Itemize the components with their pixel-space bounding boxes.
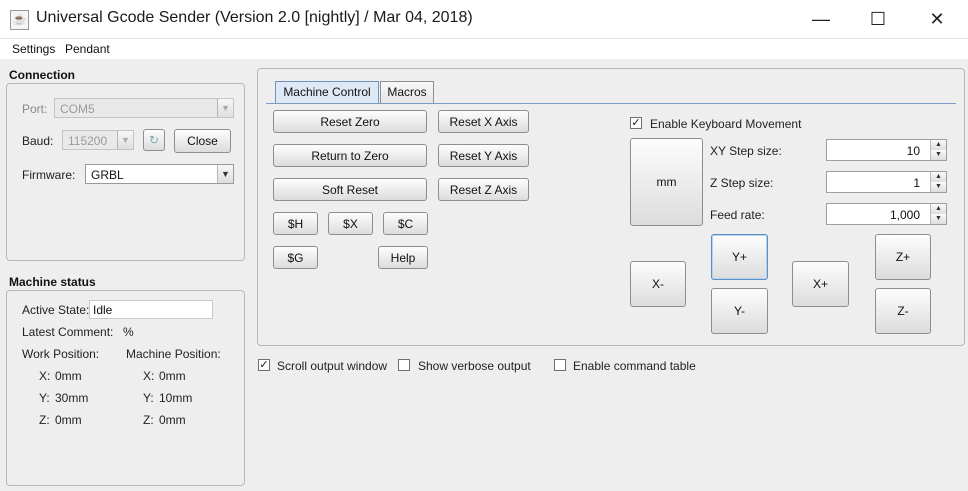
window-title: Universal Gcode Sender (Version 2.0 [nig… bbox=[36, 9, 473, 26]
active-state-value: Idle bbox=[93, 303, 113, 317]
units-toggle-button[interactable]: mm bbox=[630, 138, 703, 226]
spin-down-icon[interactable]: ▼ bbox=[930, 150, 946, 160]
command-table-label: Enable command table bbox=[573, 359, 696, 373]
maximize-button[interactable]: ☐ bbox=[855, 0, 901, 38]
machine-z-label: Z: bbox=[143, 413, 154, 427]
xy-step-spinner[interactable]: 10 ▲ ▼ bbox=[826, 139, 947, 161]
chevron-down-icon: ▼ bbox=[217, 99, 233, 117]
jog-x-plus-button[interactable]: X+ bbox=[792, 261, 849, 307]
port-select[interactable]: COM5 ▼ bbox=[54, 98, 234, 118]
baud-value: 115200 bbox=[68, 134, 108, 148]
latest-comment-label: Latest Comment: bbox=[22, 325, 114, 339]
firmware-value: GRBL bbox=[91, 168, 124, 182]
tab-machine-control[interactable]: Machine Control bbox=[275, 81, 379, 103]
work-x-value: 0mm bbox=[55, 369, 82, 383]
jog-y-minus-button[interactable]: Y- bbox=[711, 288, 768, 334]
connection-title: Connection bbox=[9, 68, 75, 82]
refresh-icon: ↻ bbox=[148, 133, 160, 147]
work-z-value: 0mm bbox=[55, 413, 82, 427]
work-y-value: 30mm bbox=[55, 391, 89, 405]
work-position-label: Work Position: bbox=[22, 347, 100, 361]
chevron-down-icon: ▼ bbox=[217, 165, 233, 183]
firmware-select[interactable]: GRBL ▼ bbox=[85, 164, 234, 184]
jog-x-minus-button[interactable]: X- bbox=[630, 261, 686, 307]
baud-label: Baud: bbox=[22, 134, 54, 148]
enable-keyboard-label: Enable Keyboard Movement bbox=[650, 117, 802, 131]
minimize-button[interactable]: — bbox=[798, 0, 844, 38]
menu-settings[interactable]: Settings bbox=[12, 42, 55, 56]
gcode-state-button[interactable]: $G bbox=[273, 246, 318, 269]
menu-pendant[interactable]: Pendant bbox=[65, 42, 110, 56]
machine-y-label: Y: bbox=[143, 391, 154, 405]
machine-y-value: 10mm bbox=[159, 391, 193, 405]
latest-comment-value: % bbox=[123, 325, 134, 339]
tab-macros[interactable]: Macros bbox=[380, 81, 434, 103]
tab-divider bbox=[266, 103, 956, 104]
z-step-value: 1 bbox=[913, 176, 920, 190]
refresh-button[interactable]: ↻ bbox=[143, 129, 165, 151]
work-y-label: Y: bbox=[39, 391, 50, 405]
machine-z-value: 0mm bbox=[159, 413, 186, 427]
machine-status-panel bbox=[6, 290, 245, 486]
feed-rate-spinner[interactable]: 1,000 ▲ ▼ bbox=[826, 203, 947, 225]
spin-down-icon[interactable]: ▼ bbox=[930, 182, 946, 192]
feed-rate-value: 1,000 bbox=[889, 208, 920, 222]
java-cup-icon: ☕ bbox=[10, 10, 29, 30]
check-mode-button[interactable]: $C bbox=[383, 212, 428, 235]
chevron-down-icon: ▼ bbox=[117, 131, 133, 149]
xy-step-label: XY Step size: bbox=[710, 144, 782, 158]
port-label: Port: bbox=[22, 102, 48, 116]
reset-zero-button[interactable]: Reset Zero bbox=[273, 110, 427, 133]
jog-y-plus-button[interactable]: Y+ bbox=[711, 234, 768, 280]
verbose-output-checkbox[interactable] bbox=[398, 359, 410, 371]
machine-status-title: Machine status bbox=[9, 275, 96, 289]
jog-z-plus-button[interactable]: Z+ bbox=[875, 234, 931, 280]
reset-z-axis-button[interactable]: Reset Z Axis bbox=[438, 178, 529, 201]
work-x-label: X: bbox=[39, 369, 51, 383]
active-state-field: Idle bbox=[89, 300, 213, 319]
command-table-checkbox[interactable] bbox=[554, 359, 566, 371]
spin-down-icon[interactable]: ▼ bbox=[930, 214, 946, 224]
firmware-label: Firmware: bbox=[22, 168, 76, 182]
z-step-spinner[interactable]: 1 ▲ ▼ bbox=[826, 171, 947, 193]
reset-x-axis-button[interactable]: Reset X Axis bbox=[438, 110, 529, 133]
reset-y-axis-button[interactable]: Reset Y Axis bbox=[438, 144, 529, 167]
z-step-label: Z Step size: bbox=[710, 176, 774, 190]
home-command-button[interactable]: $H bbox=[273, 212, 318, 235]
close-connection-button[interactable]: Close bbox=[174, 129, 231, 153]
enable-keyboard-checkbox[interactable]: ✓ bbox=[630, 117, 642, 129]
return-to-zero-button[interactable]: Return to Zero bbox=[273, 144, 427, 167]
machine-x-value: 0mm bbox=[159, 369, 186, 383]
work-z-label: Z: bbox=[39, 413, 50, 427]
machine-x-label: X: bbox=[143, 369, 155, 383]
scroll-output-checkbox[interactable]: ✓ bbox=[258, 359, 270, 371]
jog-z-minus-button[interactable]: Z- bbox=[875, 288, 931, 334]
baud-select[interactable]: 115200 ▼ bbox=[62, 130, 134, 150]
feed-rate-label: Feed rate: bbox=[710, 208, 765, 222]
close-window-button[interactable]: ✕ bbox=[914, 0, 960, 38]
machine-position-label: Machine Position: bbox=[126, 347, 221, 361]
menu-bar bbox=[0, 39, 968, 59]
unlock-command-button[interactable]: $X bbox=[328, 212, 373, 235]
soft-reset-button[interactable]: Soft Reset bbox=[273, 178, 427, 201]
verbose-output-label: Show verbose output bbox=[418, 359, 531, 373]
help-button[interactable]: Help bbox=[378, 246, 428, 269]
port-value: COM5 bbox=[60, 102, 95, 116]
scroll-output-label: Scroll output window bbox=[277, 359, 388, 373]
active-state-label: Active State: bbox=[22, 303, 90, 317]
xy-step-value: 10 bbox=[906, 144, 920, 158]
